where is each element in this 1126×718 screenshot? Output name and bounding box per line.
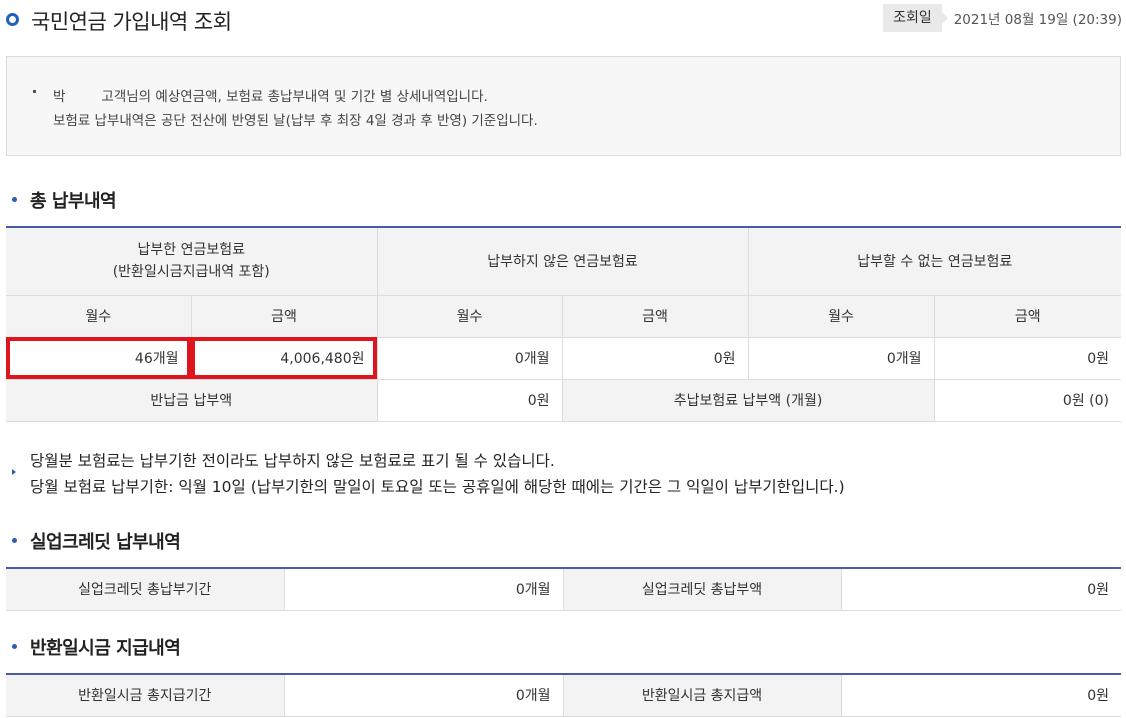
note-line-1: 당월분 보험료는 납부기한 전이라도 납부하지 않은 보험료로 표기 될 수 있… — [30, 452, 555, 470]
additional-value: 0원 (0) — [933, 378, 1121, 422]
col-amount: 금액 — [561, 294, 749, 338]
notice-line-1-text: 고객님의 예상연금액, 보험료 총납부내역 및 기간 별 상세내역입니다. — [101, 89, 488, 105]
section-unemployment-credit: 실업크레딧 납부내역 — [6, 528, 406, 554]
lsr-amount-label: 반환일시금 총지급액 — [562, 673, 842, 717]
col-amount: 금액 — [933, 294, 1121, 338]
header-unpaid: 납부하지 않은 연금보험료 — [376, 226, 749, 296]
query-date-value: 2021년 08월 19일 (20:39) — [953, 12, 1122, 28]
payment-due-note: 당월분 보험료는 납부기한 전이라도 납부하지 않은 보험료로 표기 될 수 있… — [6, 445, 1121, 501]
section-title: 반환일시금 지급내역 — [30, 638, 181, 659]
additional-label: 추납보험료 납부액 (개월) — [561, 378, 935, 422]
customer-name: 박 — [53, 89, 66, 105]
uc-amount-value: 0원 — [840, 567, 1121, 611]
circle-icon — [6, 13, 19, 26]
page-header: 국민연금 가입내역 조회 조회일 2021년 08월 19일 (20:39) — [6, 4, 1122, 36]
section-lump-sum-refund: 반환일시금 지급내역 — [6, 634, 406, 660]
notice-box: 박 고객님의 예상연금액, 보험료 총납부내역 및 기간 별 상세내역입니다. 보… — [6, 56, 1121, 156]
section-title: 실업크레딧 납부내역 — [30, 532, 181, 553]
bullet-dot-icon — [12, 197, 17, 202]
col-amount: 금액 — [190, 294, 378, 338]
unpayable-amount: 0원 — [933, 336, 1121, 380]
lsr-period-value: 0개월 — [283, 673, 564, 717]
uc-period-label: 실업크레딧 총납부기간 — [6, 567, 285, 611]
paid-amount: 4,006,480원 — [190, 336, 378, 380]
query-date: 조회일 2021년 08월 19일 (20:39) — [883, 4, 1122, 32]
unpaid-amount: 0원 — [561, 336, 749, 380]
uc-period-value: 0개월 — [283, 567, 564, 611]
bullet-icon — [33, 90, 36, 93]
col-months: 월수 — [6, 294, 192, 338]
col-months: 월수 — [747, 294, 935, 338]
header-paid-line-1: 납부한 연금보험료 — [137, 242, 246, 259]
bullet-dot-icon — [12, 644, 17, 649]
refund-label: 반납금 납부액 — [6, 378, 378, 422]
note-line-2: 당월 보험료 납부기한: 익월 10일 (납부기한의 말일이 토요일 또는 공휴… — [30, 478, 845, 496]
unpayable-months: 0개월 — [747, 336, 935, 380]
section-title: 총 납부내역 — [30, 191, 117, 212]
col-months: 월수 — [376, 294, 563, 338]
header-paid-line-2: (반환일시금지급내역 포함) — [112, 264, 270, 281]
caret-right-icon — [941, 12, 948, 24]
unpaid-months: 0개월 — [376, 336, 563, 380]
lsr-period-label: 반환일시금 총지급기간 — [6, 673, 285, 717]
uc-amount-label: 실업크레딧 총납부액 — [562, 567, 842, 611]
section-total-payment: 총 납부내역 — [6, 187, 406, 213]
page-title: 국민연금 가입내역 조회 — [31, 10, 232, 34]
lump-sum-refund-table: 반환일시금 총지급기간 0개월 반환일시금 총지급액 0원 — [6, 673, 1121, 717]
total-payment-table: 납부한 연금보험료 (반환일시금지급내역 포함) 납부하지 않은 연금보험료 납… — [6, 226, 1121, 422]
arrow-right-icon — [12, 469, 16, 475]
header-unpayable: 납부할 수 없는 연금보험료 — [747, 226, 1121, 296]
paid-months: 46개월 — [6, 336, 192, 380]
refund-value: 0원 — [376, 378, 563, 422]
notice-line-1: 박 고객님의 예상연금액, 보험료 총납부내역 및 기간 별 상세내역입니다. — [53, 85, 488, 105]
header-paid: 납부한 연금보험료 (반환일시금지급내역 포함) — [6, 226, 378, 296]
query-date-label: 조회일 — [883, 4, 942, 32]
bullet-dot-icon — [12, 538, 17, 543]
lsr-amount-value: 0원 — [840, 673, 1121, 717]
notice-line-2: 보험료 납부내역은 공단 전산에 반영된 날(납부 후 최장 4일 경과 후 반… — [53, 113, 538, 129]
unemployment-credit-table: 실업크레딧 총납부기간 0개월 실업크레딧 총납부액 0원 — [6, 567, 1121, 611]
